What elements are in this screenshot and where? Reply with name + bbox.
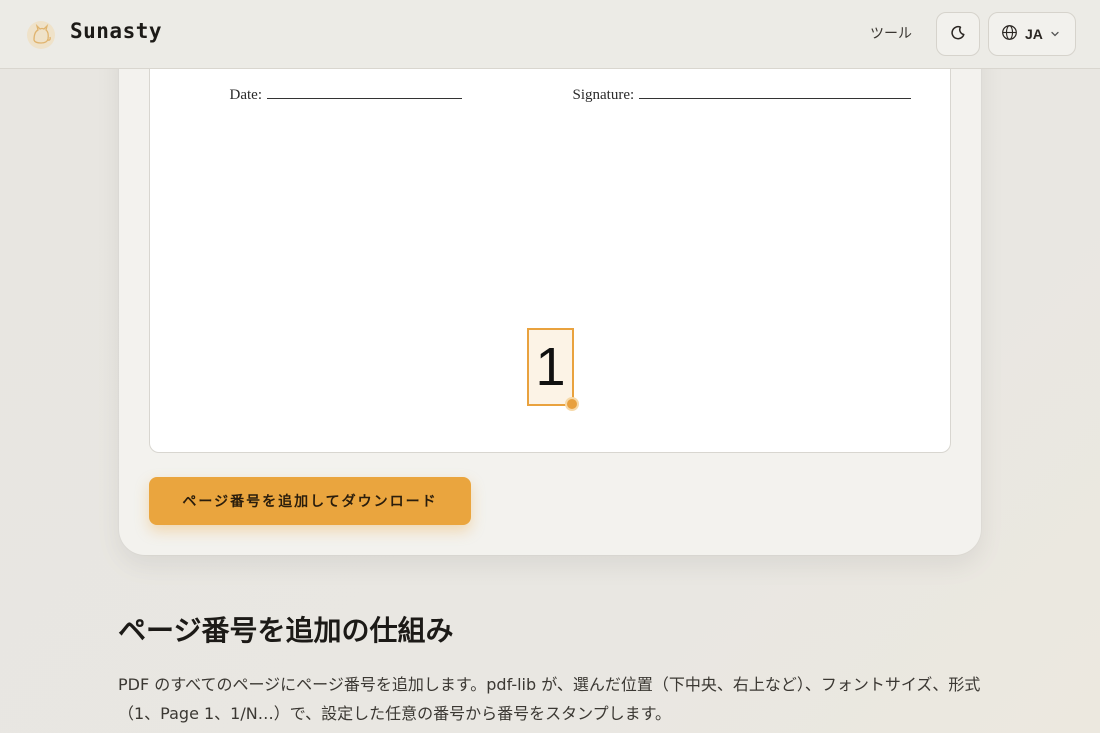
pdf-date-line: Date: (207, 68, 462, 121)
moon-icon (950, 25, 966, 44)
cat-logo-icon[interactable] (26, 20, 56, 50)
pdf-signature-label: Signature: (572, 87, 635, 103)
page-number-stamp[interactable]: 1 (527, 328, 574, 406)
pdf-signature-line: Signature: (550, 68, 912, 121)
language-select-button[interactable]: JA (988, 12, 1076, 56)
add-page-numbers-download-button[interactable]: ページ番号を追加してダウンロード (149, 477, 471, 525)
chevron-down-icon (1050, 27, 1060, 42)
language-label: JA (1025, 26, 1043, 42)
page-number-value: 1 (535, 337, 566, 397)
pdf-preview: Date: Signature: 1 (149, 20, 951, 453)
pdf-date-underline (266, 85, 462, 99)
pdf-date-label: Date: (229, 87, 262, 103)
nav-tools-link[interactable]: ツール (862, 22, 920, 46)
pdf-signature-underline (639, 85, 912, 99)
tool-card: Date: Signature: 1 ページ番号を追加してダウンロード (119, 20, 981, 555)
brand-name[interactable]: Sunasty (70, 19, 162, 43)
globe-icon (1001, 24, 1018, 44)
theme-toggle-button[interactable] (936, 12, 980, 56)
section-title: ページ番号を追加の仕組み (118, 614, 454, 647)
section-body: PDF のすべてのページにページ番号を追加します。pdf-lib が、選んだ位置… (118, 675, 981, 723)
stamp-resize-handle[interactable] (565, 397, 579, 411)
site-header: Sunasty ツール JA (0, 0, 1100, 69)
